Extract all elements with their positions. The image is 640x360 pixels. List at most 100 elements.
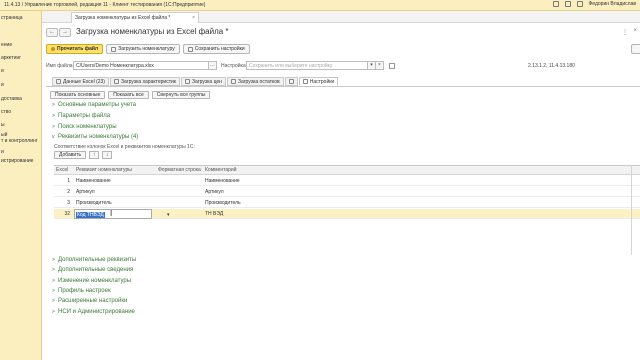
tab-load-nomenclature[interactable]: Загрузка номенклатуры из Excel файла * ×	[71, 12, 199, 23]
tabs-divider	[46, 86, 640, 87]
move-up-button[interactable]: ↑	[89, 151, 100, 159]
read-file-icon	[51, 47, 55, 51]
sidebar-item-administration[interactable]: истрирование	[1, 158, 33, 164]
favorites-icon[interactable]	[576, 1, 583, 7]
cell-excel: 3	[67, 200, 70, 206]
read-file-button[interactable]: Прочитать файл	[46, 44, 104, 54]
cell-comment: Наименование	[205, 178, 240, 184]
sidebar-item-nsi[interactable]: и	[1, 149, 4, 155]
table-header: Excel Реквизит номенклатуры Форматная ст…	[54, 166, 640, 175]
tab-load-characteristics[interactable]: Загрузка характеристик	[109, 77, 180, 86]
table-scroll-area[interactable]	[631, 165, 640, 255]
table-icon	[56, 79, 61, 84]
collapse-all-button[interactable]: Свернуть все группы	[151, 91, 211, 99]
cell-requisite: Производитель	[76, 200, 112, 206]
group-nsi-administration[interactable]: > НСИ и Администрирование	[52, 309, 135, 315]
tab-load-prices[interactable]: Загрузка цен	[180, 77, 226, 86]
settings-label: Настройка:	[221, 62, 248, 69]
sidebar-item-production[interactable]: ство	[1, 109, 11, 115]
table-row[interactable]: 1 Наименование Наименование	[54, 176, 640, 186]
table-icon	[113, 79, 119, 84]
cell-requisite: Артикул	[76, 189, 95, 195]
chevron-down-icon: v	[52, 134, 55, 140]
cell-requisite: Наименование	[76, 178, 111, 184]
group-nomenclature-search[interactable]: > Поиск номенклатуры	[52, 124, 117, 130]
settings-clear-button[interactable]: ×	[376, 61, 384, 70]
column-header-excel[interactable]: Excel	[56, 167, 68, 173]
tab-settings[interactable]: Настройки	[298, 77, 339, 86]
window-title: 11.4.13 / Управление торговлей, редакция…	[4, 2, 206, 8]
text-cursor-icon: I	[110, 209, 113, 218]
group-change-nomenclature[interactable]: > Изменение номенклатуры	[52, 278, 131, 284]
sidebar-item-management[interactable]: ение	[1, 42, 12, 48]
column-header-format[interactable]: Форматная строка	[158, 167, 201, 173]
group-additional-requisites[interactable]: > Дополнительные реквизиты	[52, 257, 136, 263]
chevron-right-icon: >	[52, 267, 55, 273]
requisites-table: Excel Реквизит номенклатуры Форматная ст…	[54, 165, 640, 255]
show-main-button[interactable]: Показать основные	[50, 91, 106, 99]
column-header-comment[interactable]: Комментарий	[205, 167, 237, 173]
chevron-right-icon: >	[52, 288, 55, 294]
group-main-accounting-params[interactable]: > Основные параметры учета	[52, 102, 136, 108]
window-title-bar: 11.4.13 / Управление торговлей, редакция…	[0, 0, 640, 11]
toolbar-more-button[interactable]	[631, 44, 640, 54]
group-additional-info[interactable]: > Дополнительные сведения	[52, 267, 133, 273]
mapping-note: Соответствие колонок Excel и реквизитов …	[54, 144, 195, 150]
move-down-button[interactable]: ↓	[102, 151, 113, 159]
settings-dropdown-button[interactable]: ▾	[368, 61, 376, 70]
selected-text: Код ТНВЭД	[76, 212, 105, 218]
sidebar-item-accounting-control[interactable]: т и контроллинг	[1, 138, 38, 144]
gear-icon	[302, 79, 308, 84]
tab-label: Загрузка номенклатуры из Excel файла *	[75, 15, 171, 21]
settings-checkbox[interactable]	[389, 62, 395, 69]
column-header-requisite[interactable]: Реквизит номенклатуры	[76, 167, 132, 173]
user-name[interactable]: Федорин Владислав	[589, 1, 637, 7]
chevron-down-icon[interactable]: ▾	[167, 212, 170, 218]
show-all-button[interactable]: Показать все	[108, 91, 149, 99]
load-nomenclature-button[interactable]: Загрузить номенклатуру	[106, 44, 180, 54]
cell-comment: Артикул	[205, 189, 224, 195]
back-button[interactable]: ←	[46, 28, 58, 37]
sidebar-item-sales[interactable]: и	[1, 68, 4, 74]
group-nomenclature-requisites[interactable]: v Реквизиты номенклатуры (4)	[52, 134, 138, 140]
add-button[interactable]: Добавить	[54, 151, 87, 159]
file-name-label: Имя файла:	[46, 62, 74, 69]
table-row-selected[interactable]: 32 Код ТНВЭД ▾ ТН ВЭД	[54, 209, 640, 219]
sidebar-item-warehouse-delivery[interactable]: доставка	[1, 96, 22, 102]
file-name-field[interactable]: C/Users/Demo Номенклатура.xlsx	[73, 61, 209, 70]
cell-comment: Производитель	[205, 200, 241, 206]
tab-load-stocks[interactable]: Загрузка остатков	[226, 77, 284, 86]
group-advanced-settings[interactable]: > Расширенные настройки	[52, 298, 127, 304]
settings-select-field[interactable]: Сохранить или выберите настройку	[246, 61, 368, 70]
more-menu-icon[interactable]: ⋮	[622, 29, 628, 36]
browse-file-button[interactable]: …	[209, 61, 217, 70]
form-close-icon[interactable]: ×	[633, 28, 637, 34]
table-row[interactable]: 3 Производитель Производитель	[54, 198, 640, 208]
sidebar-item-finance[interactable]: ы	[1, 122, 5, 128]
chevron-right-icon: >	[52, 298, 55, 304]
sections-sidebar: страница ение аркетинг и и доставка ство…	[0, 11, 42, 360]
notification-icon[interactable]	[552, 1, 559, 7]
chevron-right-icon: >	[52, 102, 55, 108]
requisite-edit-field[interactable]: Код ТНВЭД ▾	[74, 209, 170, 219]
cell-excel: 2	[67, 189, 70, 195]
save-settings-button[interactable]: Сохранить настройки	[182, 44, 250, 54]
sidebar-item-home[interactable]: страница	[1, 15, 23, 21]
history-icon[interactable]	[564, 1, 571, 7]
close-icon[interactable]: ×	[192, 15, 195, 21]
file-settings-row: Имя файла: C/Users/Demo Номенклатура.xls…	[46, 61, 395, 70]
table-icon	[230, 79, 236, 84]
group-settings-profile[interactable]: > Профиль настроек	[52, 288, 111, 294]
tab-excel-data[interactable]: Данные Excel (23)	[52, 77, 109, 86]
title-bar-tools: Федорин Владислав	[552, 1, 637, 7]
tab-search[interactable]	[284, 77, 298, 86]
form-toolbar: Прочитать файл Загрузить номенклатуру Со…	[46, 44, 250, 54]
group-file-params[interactable]: > Параметры файла	[52, 113, 110, 119]
forward-button[interactable]: →	[59, 28, 71, 37]
sidebar-item-marketing[interactable]: аркетинг	[1, 55, 21, 61]
chevron-right-icon: >	[52, 113, 55, 119]
sidebar-item-purchases[interactable]: и	[1, 82, 4, 88]
chevron-right-icon: >	[52, 257, 55, 263]
table-row[interactable]: 2 Артикул Артикул	[54, 187, 640, 197]
search-icon	[288, 79, 294, 84]
